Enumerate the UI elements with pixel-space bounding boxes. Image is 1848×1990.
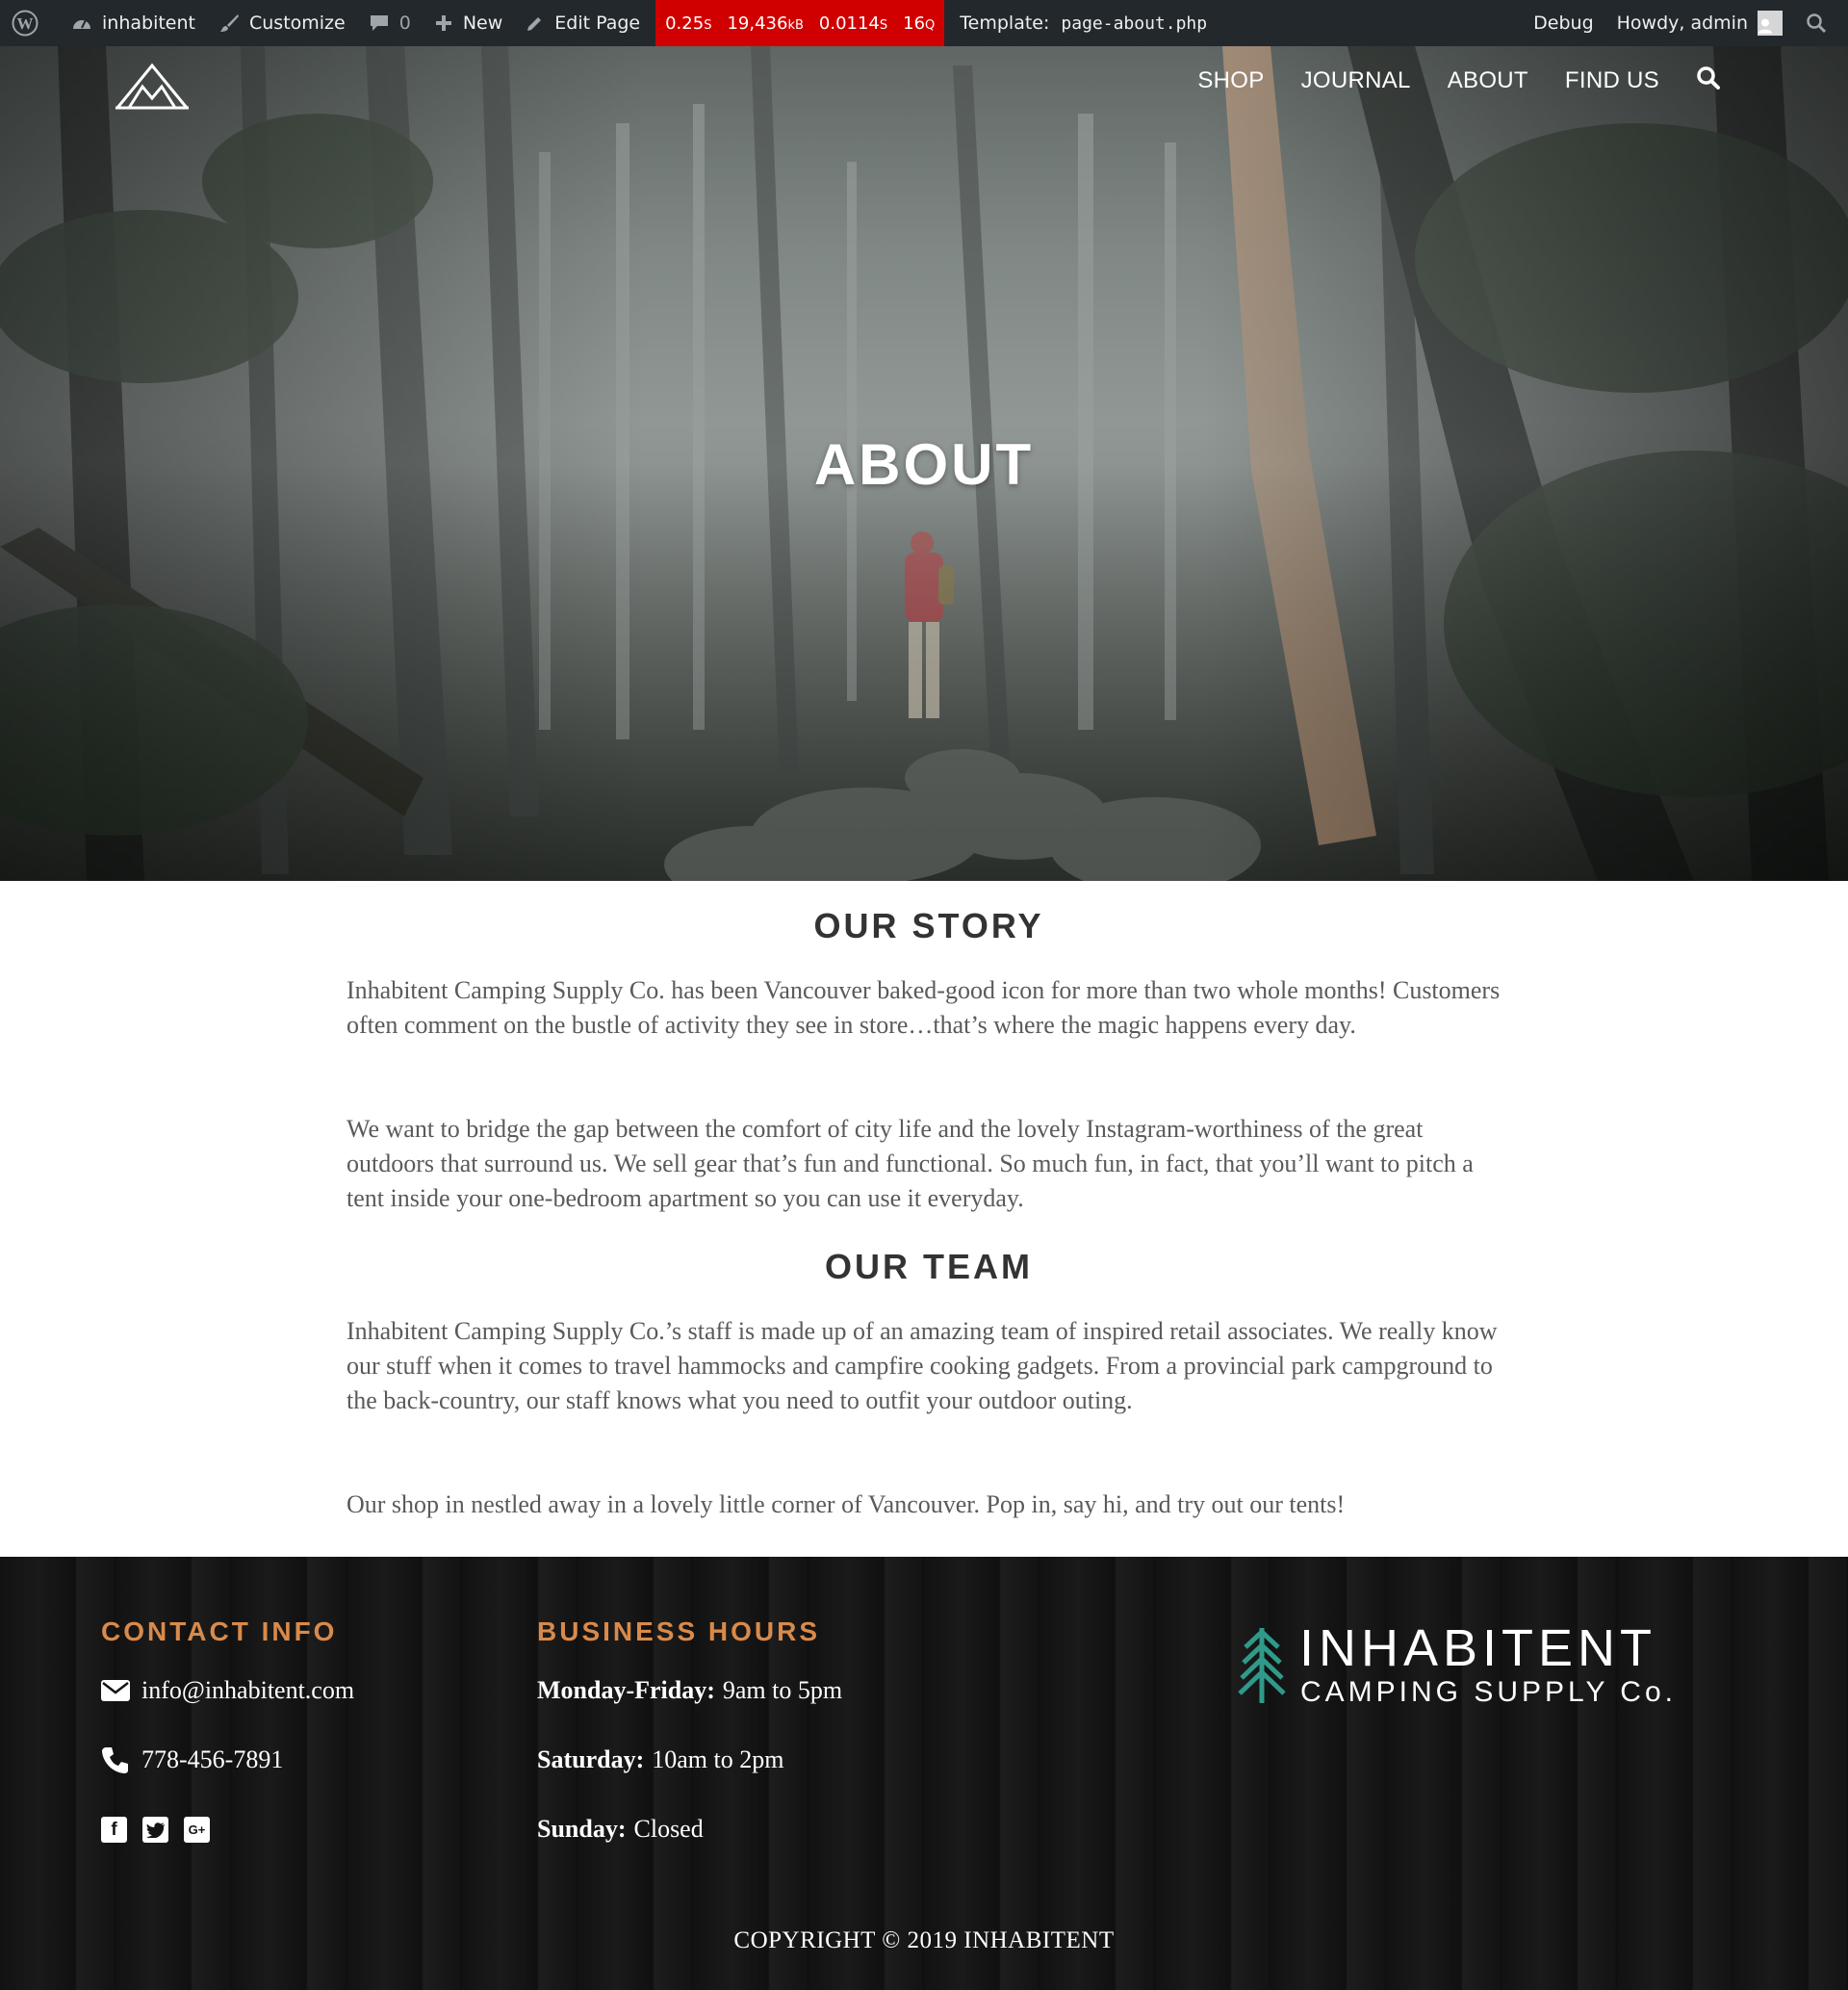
query-count: 16Q bbox=[903, 13, 936, 34]
email-row[interactable]: info@inhabitent.com bbox=[101, 1676, 354, 1705]
site-footer: CONTACT INFO info@inhabitent.com 778-456… bbox=[0, 1557, 1848, 1990]
plus-icon bbox=[435, 15, 451, 31]
site-logo-icon[interactable] bbox=[114, 60, 191, 118]
nav-about[interactable]: ABOUT bbox=[1448, 67, 1528, 94]
footer-brand-logo[interactable]: INHABITENT CAMPING SUPPLY Co. bbox=[1236, 1619, 1679, 1711]
template-info[interactable]: Template: page-about.php bbox=[944, 0, 1219, 46]
facebook-icon[interactable]: f bbox=[101, 1817, 127, 1843]
our-team-heading: OUR TEAM bbox=[825, 1247, 1033, 1286]
admin-bar: W inhabitent Customize 0 New Edit Page 0… bbox=[0, 0, 1848, 46]
hours-row-weekdays: Monday-Friday: 9am to 5pm bbox=[537, 1676, 842, 1705]
envelope-icon bbox=[101, 1680, 130, 1701]
new-content-link[interactable]: New bbox=[423, 0, 514, 46]
brand-name: INHABITENT bbox=[1299, 1619, 1657, 1677]
page-time: 0.25S bbox=[665, 13, 712, 34]
hours-time: Closed bbox=[633, 1815, 704, 1843]
phone-icon bbox=[102, 1747, 128, 1773]
memory-usage: 19,436kB bbox=[727, 13, 804, 34]
nav-find-us[interactable]: FIND US bbox=[1565, 67, 1659, 94]
svg-text:W: W bbox=[17, 14, 34, 33]
debug-link[interactable]: Debug bbox=[1522, 0, 1604, 46]
new-label: New bbox=[462, 13, 503, 34]
contact-phone[interactable]: 778-456-7891 bbox=[141, 1745, 283, 1774]
site-name-label: inhabitent bbox=[102, 13, 195, 34]
paintbrush-icon bbox=[219, 14, 239, 32]
story-paragraph-1: Inhabitent Camping Supply Co. has been V… bbox=[346, 976, 1501, 1039]
story-paragraph-2: We want to bridge the gap between the co… bbox=[346, 1115, 1474, 1212]
account-menu[interactable]: Howdy, admin bbox=[1605, 0, 1794, 46]
search-icon[interactable] bbox=[1696, 65, 1721, 95]
brand-tagline: CAMPING SUPPLY Co. bbox=[1300, 1676, 1677, 1708]
dashboard-icon bbox=[73, 19, 90, 29]
hours-time: 10am to 2pm bbox=[652, 1745, 784, 1773]
query-monitor-stats[interactable]: 0.25S 19,436kB 0.0114S 16Q bbox=[655, 0, 945, 46]
edit-page-link[interactable]: Edit Page bbox=[514, 0, 652, 46]
social-links: f G+ bbox=[101, 1817, 210, 1843]
template-label: Template: bbox=[960, 13, 1050, 34]
nav-shop[interactable]: SHOP bbox=[1197, 67, 1264, 94]
hours-row-saturday: Saturday: 10am to 2pm bbox=[537, 1745, 783, 1774]
hours-day: Sunday: bbox=[537, 1815, 627, 1843]
customize-label: Customize bbox=[248, 13, 346, 34]
admin-search-icon[interactable] bbox=[1794, 0, 1848, 46]
wordpress-logo-icon[interactable]: W bbox=[0, 0, 60, 46]
hours-row-sunday: Sunday: Closed bbox=[537, 1815, 704, 1844]
query-time: 0.0114S bbox=[818, 13, 888, 34]
main-navigation: SHOP JOURNAL ABOUT FIND US bbox=[1197, 65, 1721, 95]
business-hours-column: BUSINESS HOURS Monday-Friday: 9am to 5pm… bbox=[537, 1616, 842, 1843]
hours-time: 9am to 5pm bbox=[722, 1676, 843, 1704]
comments-count: 0 bbox=[398, 13, 411, 34]
customize-link[interactable]: Customize bbox=[207, 0, 357, 46]
contact-info-heading: CONTACT INFO bbox=[101, 1616, 338, 1646]
edit-page-label: Edit Page bbox=[554, 13, 641, 34]
hours-day: Saturday: bbox=[537, 1745, 645, 1773]
avatar bbox=[1758, 11, 1783, 36]
team-paragraph-2: Our shop in nestled away in a lovely lit… bbox=[346, 1490, 1346, 1518]
nav-journal[interactable]: JOURNAL bbox=[1301, 67, 1411, 94]
copyright-text: COPYRIGHT © 2019 INHABITENT bbox=[733, 1927, 1115, 1953]
debug-label: Debug bbox=[1533, 13, 1594, 34]
twitter-icon[interactable] bbox=[142, 1817, 168, 1843]
google-plus-icon[interactable]: G+ bbox=[184, 1817, 210, 1843]
phone-row[interactable]: 778-456-7891 bbox=[101, 1745, 283, 1774]
pencil-icon bbox=[527, 17, 542, 31]
howdy-label: Howdy, admin bbox=[1616, 13, 1748, 34]
page-title: ABOUT bbox=[813, 432, 1035, 497]
hero-banner: SHOP JOURNAL ABOUT FIND US ABOUT bbox=[0, 46, 1848, 881]
our-story-heading: OUR STORY bbox=[813, 906, 1044, 945]
template-file: page-about.php bbox=[1061, 13, 1208, 34]
hours-day: Monday-Friday: bbox=[537, 1676, 715, 1704]
contact-email[interactable]: info@inhabitent.com bbox=[141, 1676, 354, 1705]
comments-link[interactable]: 0 bbox=[357, 0, 423, 46]
comment-icon bbox=[370, 15, 388, 31]
business-hours-heading: BUSINESS HOURS bbox=[537, 1616, 821, 1646]
pine-tree-icon bbox=[1238, 1628, 1286, 1703]
site-name-link[interactable]: inhabitent bbox=[60, 0, 207, 46]
contact-info-column: CONTACT INFO info@inhabitent.com 778-456… bbox=[101, 1616, 354, 1843]
team-paragraph-1: Inhabitent Camping Supply Co.’s staff is… bbox=[346, 1317, 1498, 1414]
